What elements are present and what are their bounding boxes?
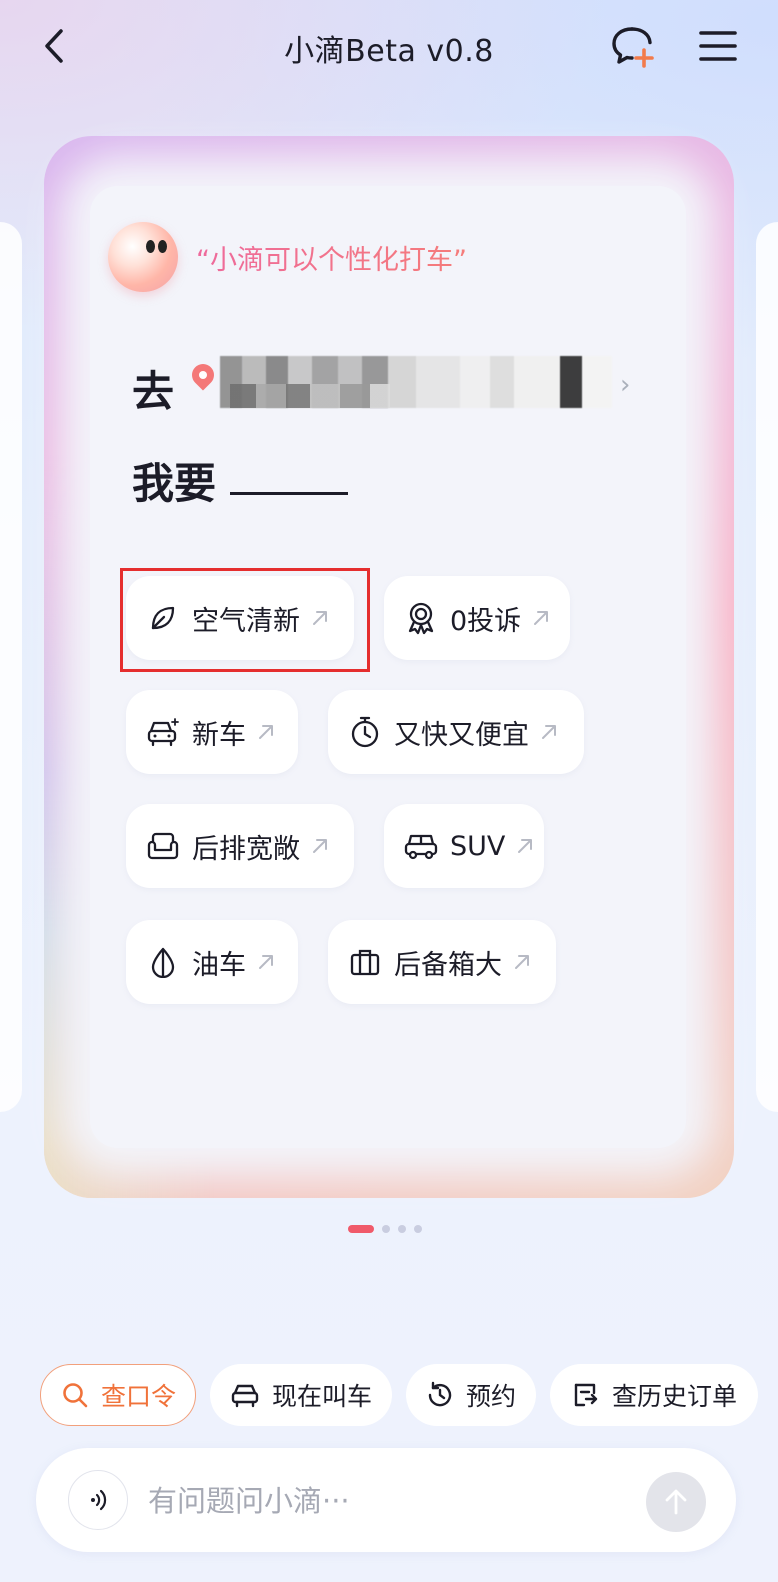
voice-input-button[interactable] bbox=[68, 1470, 128, 1530]
card-slogan: “小滴可以个性化打车” bbox=[196, 238, 467, 277]
pager-dot-active[interactable] bbox=[348, 1225, 374, 1233]
highlight-box bbox=[120, 568, 370, 672]
avatar-eye bbox=[158, 240, 167, 253]
order-history-label: 查历史订单 bbox=[612, 1382, 738, 1411]
hamburger-menu-icon bbox=[699, 31, 737, 61]
car-icon bbox=[230, 1380, 260, 1410]
pager-dot[interactable] bbox=[398, 1225, 406, 1233]
award-icon bbox=[404, 601, 438, 635]
next-card-peek[interactable] bbox=[756, 222, 778, 1112]
query-code-label: 查口令 bbox=[101, 1382, 177, 1411]
fill-in-blank-line bbox=[230, 492, 348, 495]
chip-label: 又快又便宜 bbox=[394, 719, 529, 751]
chip-suv[interactable]: SUV bbox=[384, 804, 544, 888]
xiaodi-avatar bbox=[108, 222, 178, 292]
arrow-up-right-icon bbox=[515, 836, 535, 856]
arrow-up-right-icon bbox=[512, 952, 532, 972]
reserve-button[interactable]: 预约 bbox=[406, 1364, 536, 1426]
arrow-up-right-icon bbox=[256, 722, 276, 742]
menu-button[interactable] bbox=[694, 22, 742, 70]
destination-address-redacted-row bbox=[230, 384, 390, 408]
chip-zero-complaints[interactable]: 0投诉 bbox=[384, 576, 570, 660]
pager-dot[interactable] bbox=[382, 1225, 390, 1233]
want-label: 我要 bbox=[132, 459, 217, 508]
arrow-up-icon bbox=[665, 1489, 687, 1515]
reserve-label: 预约 bbox=[466, 1382, 517, 1411]
chip-spacious-rear[interactable]: 后排宽敞 bbox=[126, 804, 354, 888]
order-history-button[interactable]: 查历史订单 bbox=[550, 1364, 758, 1426]
chip-label: 后排宽敞 bbox=[192, 833, 300, 865]
avatar-eye bbox=[146, 240, 155, 253]
chevron-right-icon[interactable]: › bbox=[620, 370, 630, 400]
car-sparkle-icon bbox=[146, 715, 180, 749]
stopwatch-icon bbox=[348, 715, 382, 749]
chip-label: 0投诉 bbox=[450, 605, 522, 637]
chat-plus-icon bbox=[612, 27, 654, 68]
chat-input-bar bbox=[36, 1448, 736, 1552]
search-icon bbox=[61, 1380, 89, 1410]
arrow-up-right-icon bbox=[256, 952, 276, 972]
voice-icon bbox=[91, 1489, 107, 1511]
chip-label: 后备箱大 bbox=[394, 949, 502, 981]
arrow-up-right-icon bbox=[539, 722, 559, 742]
destination-prefix: 去 bbox=[132, 367, 175, 416]
chip-fast-and-cheap[interactable]: 又快又便宜 bbox=[328, 690, 584, 774]
arrow-up-right-icon bbox=[310, 836, 330, 856]
chip-label: SUV bbox=[450, 830, 506, 862]
call-car-now-button[interactable]: 现在叫车 bbox=[210, 1364, 392, 1426]
clock-icon bbox=[426, 1380, 454, 1410]
new-chat-button[interactable] bbox=[610, 22, 658, 70]
suv-icon bbox=[404, 829, 438, 863]
top-bar: 小滴Beta v0.8 bbox=[0, 0, 778, 92]
pager-dot[interactable] bbox=[414, 1225, 422, 1233]
history-order-icon bbox=[570, 1380, 600, 1410]
chip-large-trunk[interactable]: 后备箱大 bbox=[328, 920, 556, 1004]
chip-label: 油车 bbox=[192, 949, 246, 981]
suitcase-icon bbox=[348, 945, 382, 979]
chip-label: 新车 bbox=[192, 719, 246, 751]
call-car-now-label: 现在叫车 bbox=[272, 1382, 373, 1411]
sofa-icon bbox=[146, 829, 180, 863]
location-pin-dot bbox=[199, 371, 207, 379]
send-button[interactable] bbox=[646, 1472, 706, 1532]
page-title: 小滴Beta v0.8 bbox=[284, 34, 494, 69]
chip-gas-car[interactable]: 油车 bbox=[126, 920, 298, 1004]
droplet-icon bbox=[146, 945, 180, 979]
card-pager bbox=[348, 1225, 422, 1233]
chat-input[interactable] bbox=[146, 1474, 630, 1528]
query-code-button[interactable]: 查口令 bbox=[40, 1364, 196, 1426]
arrow-up-right-icon bbox=[531, 608, 551, 628]
chip-new-car[interactable]: 新车 bbox=[126, 690, 298, 774]
previous-card-peek[interactable] bbox=[0, 222, 22, 1112]
